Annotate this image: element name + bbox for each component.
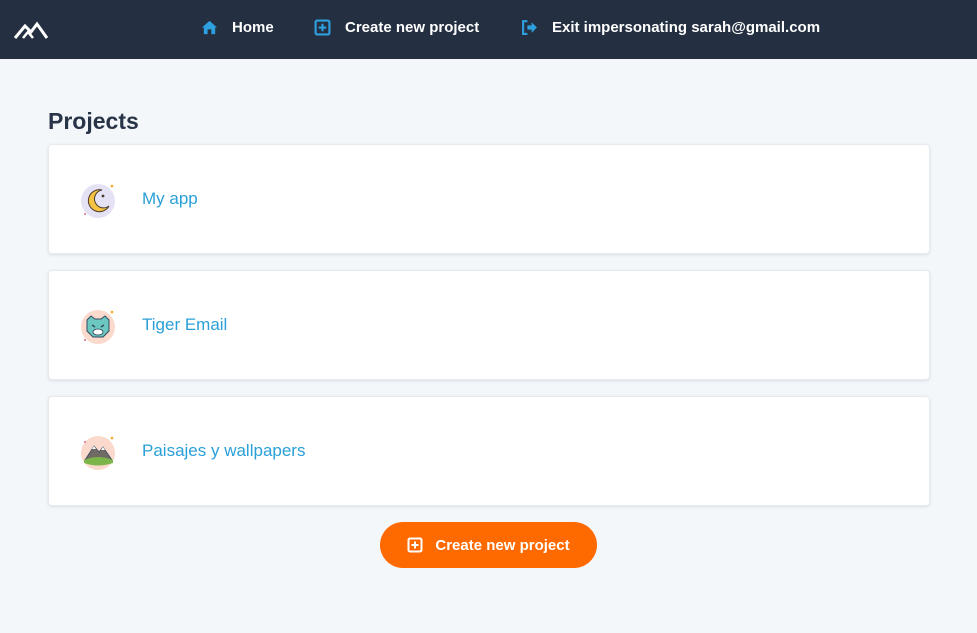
project-card-paisajes[interactable]: Paisajes y wallpapers	[48, 396, 930, 506]
top-navbar: Home Create new project Exit impersonati…	[0, 0, 977, 59]
nav-home-label: Home	[232, 19, 274, 36]
create-new-project-button[interactable]: Create new project	[380, 522, 597, 568]
moon-icon	[81, 184, 115, 218]
tiger-icon	[81, 310, 115, 344]
project-name[interactable]: My app	[142, 189, 198, 209]
mountain-icon	[81, 436, 115, 470]
project-card-my-app[interactable]: My app	[48, 144, 930, 254]
page-title: Projects	[48, 108, 139, 134]
project-name[interactable]: Tiger Email	[142, 315, 227, 335]
project-name[interactable]: Paisajes y wallpapers	[142, 441, 305, 461]
plus-square-icon	[407, 537, 423, 553]
home-icon	[201, 20, 218, 35]
plus-square-icon	[314, 19, 331, 36]
nav-exit-label: Exit impersonating sarah@gmail.com	[552, 19, 821, 36]
nav-home-link[interactable]: Home	[201, 19, 274, 36]
nav-create-label: Create new project	[345, 19, 480, 36]
nav-exit-impersonating-link[interactable]: Exit impersonating sarah@gmail.com	[521, 19, 820, 36]
mountain-logo-icon[interactable]	[14, 18, 48, 40]
nav-create-project-link[interactable]: Create new project	[314, 19, 479, 36]
sign-out-icon	[522, 20, 537, 35]
create-new-project-label: Create new project	[435, 536, 570, 554]
project-card-tiger-email[interactable]: Tiger Email	[48, 270, 930, 380]
